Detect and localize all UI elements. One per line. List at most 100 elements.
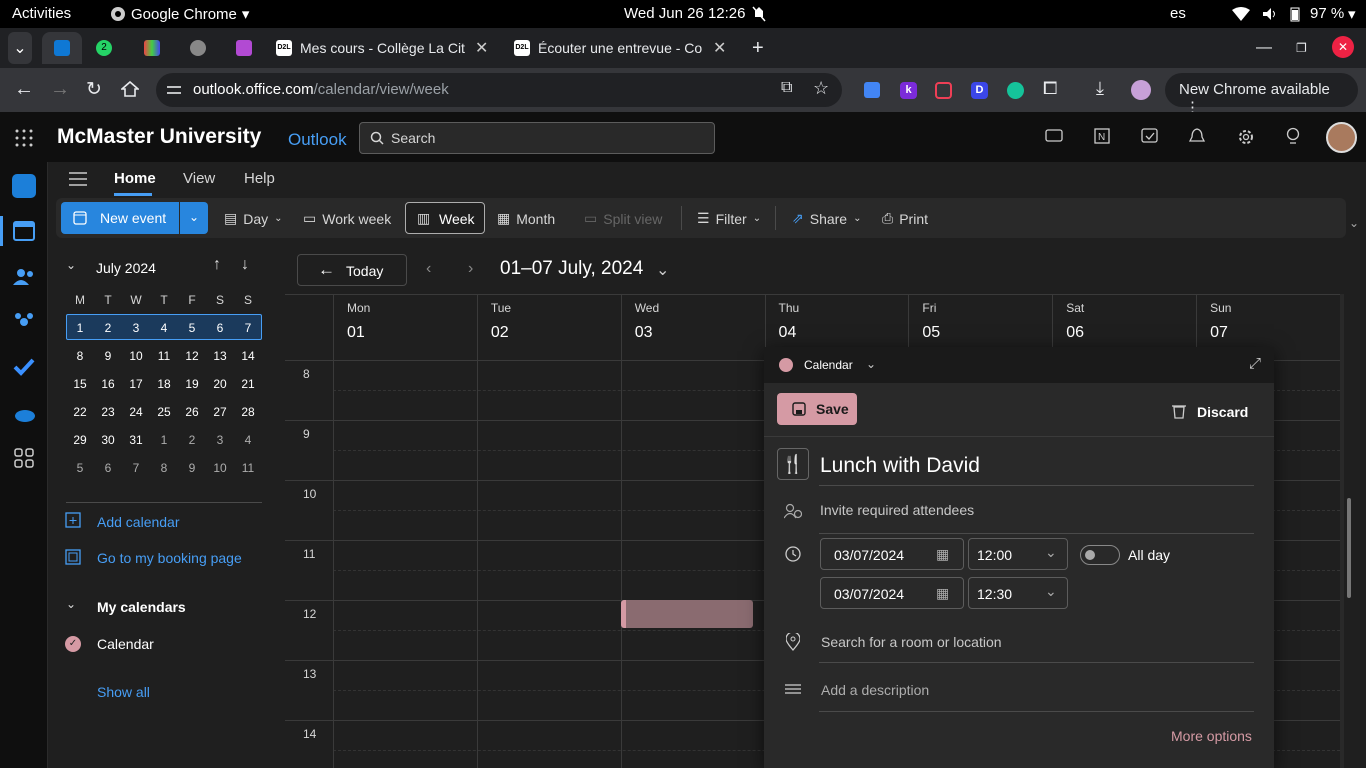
mini-cal-day[interactable]: 19 <box>178 377 206 391</box>
home-icon[interactable] <box>121 81 139 97</box>
save-button[interactable]: Save <box>777 393 857 425</box>
mini-cal-day[interactable]: 24 <box>122 405 150 419</box>
tab-view[interactable]: View <box>183 170 215 187</box>
todo-icon[interactable] <box>12 355 36 379</box>
mini-cal-day[interactable]: 14 <box>234 349 262 363</box>
mini-cal-day[interactable]: 2 <box>178 433 206 447</box>
back-icon[interactable]: ← <box>14 78 34 101</box>
extension-k-icon[interactable]: k <box>900 82 917 99</box>
location-input[interactable]: Search for a room or location <box>821 634 1002 650</box>
day-column-header[interactable]: Wed 03 <box>620 295 765 351</box>
tab-help[interactable]: Help <box>244 170 275 187</box>
week-view-button[interactable]: ▥ Week <box>405 202 485 234</box>
tab-home[interactable]: Home <box>114 170 156 187</box>
end-time-field[interactable]: 12:30 ⌄ <box>968 577 1068 609</box>
site-info-icon[interactable] <box>166 83 182 97</box>
add-calendar-link[interactable]: Add calendar <box>97 514 180 530</box>
tab-pinned-5[interactable] <box>236 32 252 64</box>
extension-icon[interactable] <box>864 82 880 98</box>
trash-icon[interactable] <box>1172 403 1186 419</box>
pocket-icon[interactable] <box>935 82 952 99</box>
mini-cal-day[interactable]: 29 <box>66 433 94 447</box>
mini-cal-day[interactable]: 26 <box>178 405 206 419</box>
mini-cal-day[interactable]: 7 <box>122 461 150 475</box>
collapse-chevron-icon[interactable]: ⌄ <box>66 597 76 611</box>
calendar-icon[interactable] <box>12 219 36 243</box>
mini-cal-day[interactable]: 9 <box>94 349 122 363</box>
chevron-down-icon[interactable]: ⌄ <box>866 357 876 371</box>
work-week-button[interactable]: ▭ Work week <box>303 210 391 227</box>
maximize-button[interactable]: ❐ <box>1296 32 1307 64</box>
clock[interactable]: Wed Jun 26 12:26 <box>624 5 745 22</box>
new-tab-button[interactable]: + <box>752 32 764 64</box>
description-input[interactable]: Add a description <box>821 682 929 698</box>
calendar-item-label[interactable]: Calendar <box>97 636 154 652</box>
app-menu[interactable]: Google Chrome ▾ <box>110 5 249 23</box>
mini-cal-day[interactable]: 22 <box>66 405 94 419</box>
month-view-button[interactable]: ▦ Month <box>497 210 555 227</box>
start-time-field[interactable]: 12:00 ⌄ <box>968 538 1068 570</box>
groups-icon[interactable] <box>12 309 36 333</box>
hamburger-menu-icon[interactable] <box>69 172 87 186</box>
mini-cal-day[interactable]: 1 <box>150 433 178 447</box>
next-month-arrow-icon[interactable]: ↓ <box>241 256 249 274</box>
system-menu-icon[interactable]: ▾ <box>1348 5 1356 23</box>
new-event-button[interactable]: New event <box>61 202 179 234</box>
close-tab-icon[interactable]: ✕ <box>475 38 488 58</box>
day-view-button[interactable]: ▤ Day ⌄ <box>224 210 283 227</box>
download-icon[interactable]: ⤓ <box>1096 78 1104 99</box>
ribbon-expand-icon[interactable]: ⌄ <box>1349 216 1359 230</box>
onenote-icon[interactable]: N <box>1093 127 1111 145</box>
grammarly-icon[interactable] <box>1007 82 1024 99</box>
mini-cal-day[interactable]: 15 <box>66 377 94 391</box>
tab-whatsapp[interactable]: 2 <box>96 32 112 64</box>
event-title-input[interactable]: Lunch with David <box>820 454 980 478</box>
mini-cal-day[interactable]: 5 <box>66 461 94 475</box>
mini-cal-day[interactable]: 30 <box>94 433 122 447</box>
mini-cal-day[interactable]: 9 <box>178 461 206 475</box>
chevron-down-icon[interactable]: ⌄ <box>656 260 669 280</box>
activities-button[interactable]: Activities <box>12 5 71 22</box>
tab-pinned-4[interactable] <box>190 32 206 64</box>
mini-cal-day[interactable]: 27 <box>206 405 234 419</box>
extension-d-icon[interactable]: D <box>971 82 988 99</box>
attendees-input[interactable]: Invite required attendees <box>820 502 974 518</box>
mini-cal-day[interactable]: 11 <box>150 349 178 363</box>
end-date-field[interactable]: 03/07/2024 ▦ <box>820 577 964 609</box>
prev-week-chevron-icon[interactable]: ‹ <box>426 260 431 278</box>
reload-icon[interactable]: ↻ <box>86 78 102 101</box>
scrollbar[interactable] <box>1344 350 1366 768</box>
start-date-field[interactable]: 03/07/2024 ▦ <box>820 538 964 570</box>
my-calendars-heading[interactable]: My calendars <box>97 599 186 615</box>
discard-button[interactable]: Discard <box>1197 404 1248 420</box>
mini-cal-month[interactable]: July 2024 <box>96 260 156 276</box>
tab-pinned-3[interactable] <box>144 32 160 64</box>
print-button[interactable]: ⎙ Print <box>882 210 928 227</box>
mini-cal-day[interactable]: 31 <box>122 433 150 447</box>
new-event-dropdown[interactable]: ⌄ <box>180 202 208 234</box>
mini-cal-day[interactable]: 4 <box>150 321 178 335</box>
mini-cal-day[interactable]: 18 <box>150 377 178 391</box>
settings-gear-icon[interactable] <box>1237 128 1255 146</box>
fork-knife-icon[interactable]: 🍴 <box>777 448 809 480</box>
mini-cal-day[interactable]: 20 <box>206 377 234 391</box>
tab-outlook-pinned[interactable] <box>42 32 82 64</box>
bell-icon[interactable] <box>1189 128 1205 146</box>
mail-icon[interactable] <box>12 174 36 198</box>
more-apps-icon[interactable] <box>12 446 36 470</box>
profile-avatar[interactable] <box>1131 80 1151 100</box>
mini-cal-day[interactable]: 4 <box>234 433 262 447</box>
scrollbar-thumb[interactable] <box>1347 498 1351 598</box>
mini-cal-day[interactable]: 17 <box>122 377 150 391</box>
new-chrome-available-button[interactable]: New Chrome available ⋮ <box>1165 73 1358 116</box>
lightbulb-icon[interactable] <box>1286 127 1300 147</box>
calendar-selector-label[interactable]: Calendar <box>804 358 853 372</box>
collapse-chevron-icon[interactable]: ⌄ <box>66 258 76 272</box>
expand-icon[interactable]: ⤢ <box>1249 355 1261 372</box>
all-day-toggle[interactable] <box>1080 545 1120 565</box>
extensions-puzzle-icon[interactable]: ⧠ <box>1043 78 1057 99</box>
user-avatar[interactable] <box>1326 122 1357 153</box>
filter-button[interactable]: ☰ Filter ⌄ <box>697 210 761 227</box>
minimize-button[interactable]: — <box>1256 32 1272 64</box>
mini-cal-day[interactable]: 6 <box>206 321 234 335</box>
